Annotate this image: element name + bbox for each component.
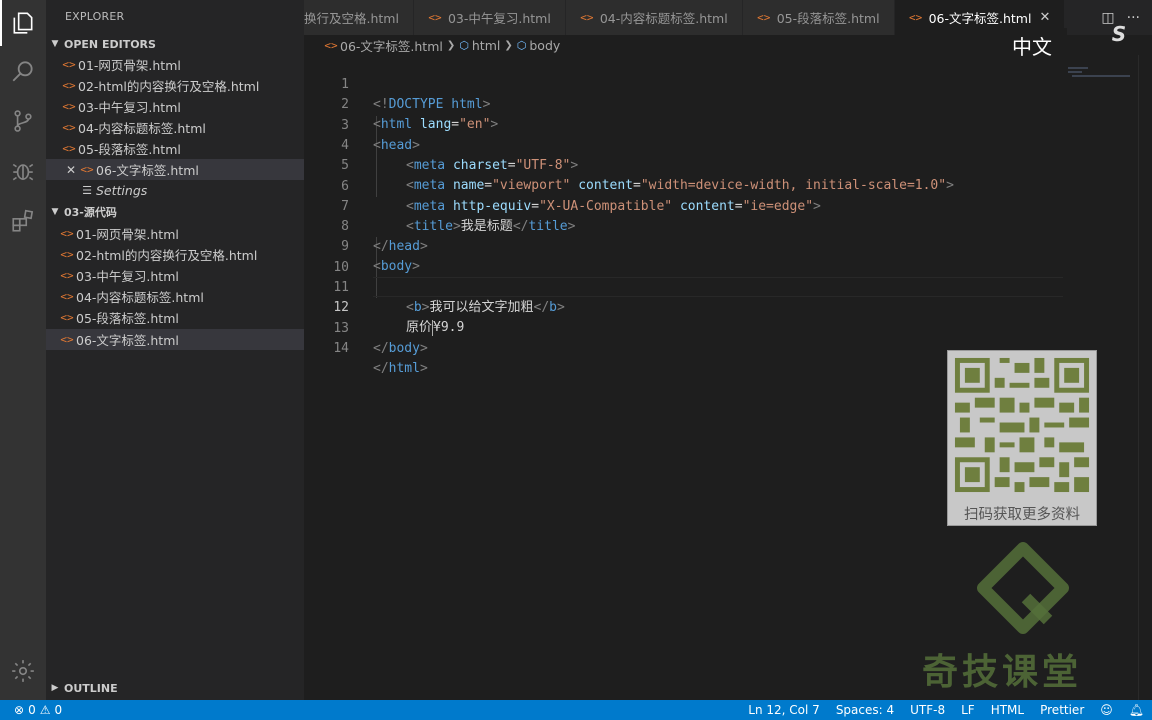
status-bar: ⊗ 0 ⚠ 0 Ln 12, Col 7 Spaces: 4 UTF-8 LF … <box>0 700 1152 720</box>
error-icon: ⊗ <box>14 703 25 717</box>
breadcrumb-html[interactable]: html <box>472 38 500 53</box>
chevron-right-icon: ❯ <box>446 39 456 51</box>
file-item[interactable]: <> 05-段落标签.html <box>46 307 304 328</box>
vertical-scrollbar[interactable] <box>1138 55 1152 700</box>
encoding[interactable]: UTF-8 <box>902 703 953 717</box>
open-editors-header[interactable]: ▼ OPEN EDITORS <box>46 34 304 54</box>
open-editor-item[interactable]: <> 05-段落标签.html <box>46 138 304 159</box>
watermark-logo-icon <box>977 542 1069 634</box>
code-line: 5 <meta name="viewport" content="width=d… <box>341 158 954 194</box>
html-file-icon: <> <box>60 290 74 303</box>
code-line: 9 <body> <box>341 239 420 275</box>
source-control-icon[interactable] <box>0 98 46 144</box>
explorer-title: EXPLORER <box>65 10 125 23</box>
tab-05[interactable]: <> 05-段落标签.html <box>742 0 895 35</box>
code-line: 14 </html> <box>333 340 428 376</box>
code-line-current: 12 原价¥9.9 <box>333 300 465 336</box>
html-file-icon: <> <box>428 11 442 24</box>
notifications-bell-icon[interactable]: 🔔︎ <box>1121 703 1152 717</box>
chevron-right-icon: ❯ <box>504 39 513 51</box>
html-file-icon: <> <box>60 227 74 240</box>
code-line: 2 <html lang="en"> <box>341 97 499 133</box>
qr-caption: 扫码获取更多资料 <box>964 507 1080 523</box>
html-file-icon: <> <box>60 311 74 324</box>
tab-03[interactable]: <> 03-中午复习.html <box>413 0 566 35</box>
code-line: 7 <title>我是标题</title> <box>341 198 576 234</box>
html-file-icon: <> <box>757 11 771 24</box>
chevron-right-icon: ▶ <box>51 683 59 693</box>
chevron-down-icon: ▼ <box>51 207 59 217</box>
file-item[interactable]: <> 04-内容标题标签.html <box>46 286 304 307</box>
html-file-icon: <> <box>62 142 76 155</box>
search-icon[interactable] <box>0 48 46 94</box>
file-item[interactable]: <> 02-html的内容换行及空格.html <box>46 244 304 265</box>
html-file-icon: <> <box>908 11 923 24</box>
html-file-icon: <> <box>60 333 74 346</box>
html-file-icon: <> <box>60 248 74 261</box>
code-line: 6 <meta http-equiv="X-UA-Compatible" con… <box>341 178 821 214</box>
warning-icon: ⚠ <box>39 703 51 717</box>
activity-bar <box>0 0 46 700</box>
explorer-sidebar: EXPLORER ▼ OPEN EDITORS <> 01-网页骨架.html … <box>46 0 304 700</box>
html-file-icon: <> <box>80 163 94 176</box>
manage-gear-icon[interactable] <box>0 648 46 694</box>
code-line: 10 <box>333 259 349 275</box>
open-editor-item-active[interactable]: ✕ <> 06-文字标签.html <box>46 159 304 180</box>
problems-indicator[interactable]: ⊗ 0 ⚠ 0 <box>0 703 62 717</box>
html-file-icon: <> <box>62 100 76 113</box>
open-editor-item[interactable]: <> 02-html的内容换行及空格.html <box>46 75 304 96</box>
html-file-icon: <> <box>62 58 76 71</box>
code-line: 13 </body> <box>333 320 428 356</box>
settings-list-icon: ☰ <box>82 184 92 197</box>
qr-panel: 扫码获取更多资料 <box>947 350 1097 526</box>
element-cube-icon: ⬡ <box>459 38 469 52</box>
file-item[interactable]: <> 01-网页骨架.html <box>46 223 304 244</box>
extensions-icon[interactable] <box>0 198 46 244</box>
explorer-icon[interactable] <box>0 0 46 46</box>
tab-02[interactable]: 换行及空格.html <box>304 0 414 35</box>
feedback-smiley-icon[interactable]: ☺ <box>1092 703 1121 717</box>
html-file-icon: <> <box>324 38 338 52</box>
watermark-text: 奇技课堂 <box>922 652 1083 693</box>
close-icon[interactable]: ✕ <box>64 163 78 177</box>
folder-header[interactable]: ▼ 03-源代码 <box>46 202 304 222</box>
open-editor-item[interactable]: <> 04-内容标题标签.html <box>46 117 304 138</box>
code-line: 11 <b>我可以给文字加粗</b> <box>333 280 565 315</box>
open-editor-item[interactable]: <> 01-网页骨架.html <box>46 54 304 75</box>
breadcrumb-body[interactable]: body <box>529 38 560 53</box>
line-ending[interactable]: LF <box>953 703 983 717</box>
s-logo-icon: S <box>1111 22 1127 46</box>
outline-header[interactable]: ▶ OUTLINE <box>46 678 304 698</box>
code-line: 1 <!DOCTYPE html> <box>341 77 491 112</box>
chevron-down-icon: ▼ <box>51 39 59 49</box>
cursor-position[interactable]: Ln 12, Col 7 <box>740 703 828 717</box>
qr-code-icon <box>950 353 1094 497</box>
breadcrumb-file[interactable]: 06-文字标签.html <box>340 36 443 55</box>
language-badge: 中文 <box>997 28 1067 62</box>
html-file-icon: <> <box>62 79 76 92</box>
file-item[interactable]: <> 03-中午复习.html <box>46 265 304 286</box>
open-editor-item[interactable]: <> 03-中午复习.html <box>46 96 304 117</box>
code-line: 3 <head> <box>341 117 420 153</box>
html-file-icon: <> <box>60 269 74 282</box>
formatter[interactable]: Prettier <box>1032 703 1092 717</box>
debug-icon[interactable] <box>0 148 46 194</box>
html-file-icon: <> <box>62 121 76 134</box>
language-mode[interactable]: HTML <box>983 703 1032 717</box>
tab-04[interactable]: <> 04-内容标题标签.html <box>565 0 743 35</box>
indentation[interactable]: Spaces: 4 <box>828 703 902 717</box>
file-item-active[interactable]: <> 06-文字标签.html <box>46 329 304 350</box>
html-file-icon: <> <box>580 11 594 24</box>
open-editor-item-settings[interactable]: ☰ Settings <box>46 180 304 201</box>
code-line: 8 </head> <box>341 219 428 255</box>
close-icon[interactable]: ✕ <box>1039 10 1050 25</box>
code-line: 4 <meta charset="UTF-8"> <box>341 137 579 173</box>
element-cube-icon: ⬡ <box>516 38 527 52</box>
